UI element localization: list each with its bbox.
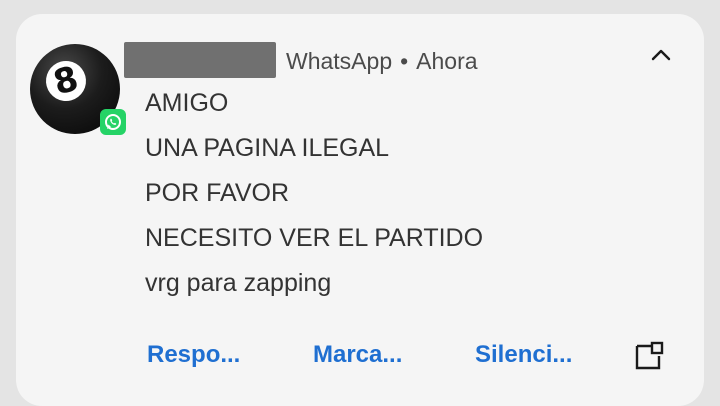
- message-body: AMIGO UNA PAGINA ILEGAL POR FAVOR NECESI…: [145, 88, 483, 313]
- open-in-window-icon: [635, 341, 664, 370]
- mark-as-read-button[interactable]: Marca...: [313, 341, 402, 369]
- message-line: AMIGO: [145, 89, 229, 117]
- message-line: NECESITO VER EL PARTIDO: [145, 224, 484, 252]
- message-line: UNA PAGINA ILEGAL: [145, 134, 390, 162]
- eight-ball-icon: 8: [41, 56, 91, 106]
- avatar-digit: 8: [49, 58, 83, 104]
- whatsapp-icon: [100, 109, 126, 135]
- collapse-button[interactable]: [646, 42, 676, 66]
- notification-header: WhatsApp • Ahora: [286, 48, 478, 75]
- reply-button[interactable]: Respo...: [147, 341, 240, 369]
- notification-time: Ahora: [416, 48, 478, 74]
- sender-name-redacted: [124, 42, 276, 78]
- open-in-window-button[interactable]: [633, 340, 665, 372]
- message-line: POR FAVOR: [145, 179, 290, 207]
- app-name: WhatsApp: [286, 48, 393, 74]
- message-line: vrg para zapping: [145, 269, 332, 297]
- notification-card[interactable]: 8 WhatsApp • Ahora AMIGO UNA PAGINA ILEGAL…: [16, 14, 704, 406]
- mute-button[interactable]: Silenci...: [475, 341, 572, 369]
- chevron-up-icon: [651, 49, 671, 61]
- header-separator: •: [400, 48, 409, 74]
